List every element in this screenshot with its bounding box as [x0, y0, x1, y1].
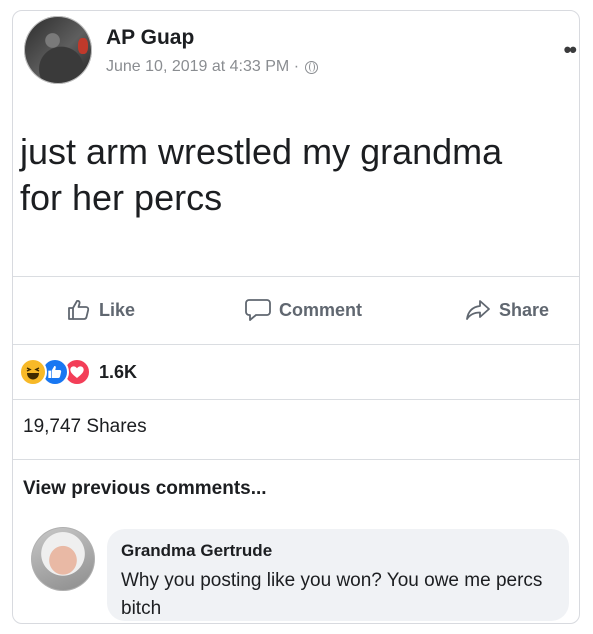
view-previous-comments-link[interactable]: View previous comments... [23, 478, 267, 500]
divider [13, 276, 579, 277]
post-text: just arm wrestled my grandma for her per… [20, 129, 570, 221]
shares-count[interactable]: 19,747 Shares [23, 416, 147, 438]
divider [13, 459, 579, 460]
thumbs-up-icon [68, 299, 90, 320]
haha-reaction-icon [19, 358, 47, 386]
commenter-avatar[interactable] [31, 527, 95, 591]
reaction-count: 1.6K [99, 361, 138, 382]
share-button[interactable]: Share [465, 298, 549, 322]
comment-label: Comment [279, 299, 363, 320]
comment-button[interactable]: Comment [245, 298, 362, 322]
divider [13, 399, 579, 400]
author-avatar[interactable] [24, 16, 92, 84]
comment-author[interactable]: Grandma Gertrude [121, 541, 272, 561]
globe-icon [305, 60, 319, 74]
post-text-line: for her percs [20, 177, 223, 218]
comment-bubble: Grandma Gertrude Why you posting like yo… [107, 529, 569, 621]
post-timestamp[interactable]: June 10, 2019 at 4:33 PM · [106, 58, 299, 76]
author-name[interactable]: AP Guap [106, 26, 194, 50]
post-card: AP Guap June 10, 2019 at 4:33 PM · •• ju… [12, 10, 580, 624]
reactions-summary[interactable]: 1.6K [19, 354, 137, 390]
avatar-accent [78, 38, 88, 54]
action-bar: Like Comment Share [13, 288, 579, 344]
like-label: Like [99, 299, 136, 320]
share-arrow-icon [466, 300, 490, 320]
share-label: Share [499, 299, 550, 320]
post-text-line: just arm wrestled my grandma [20, 131, 503, 172]
comment-text: Why you posting like you won? You owe me… [121, 570, 543, 619]
comment-bubble-icon [245, 299, 271, 321]
more-options-icon[interactable]: •• [564, 37, 577, 63]
like-button[interactable]: Like [67, 298, 135, 322]
divider [13, 344, 579, 345]
post-meta: June 10, 2019 at 4:33 PM · [106, 58, 319, 76]
